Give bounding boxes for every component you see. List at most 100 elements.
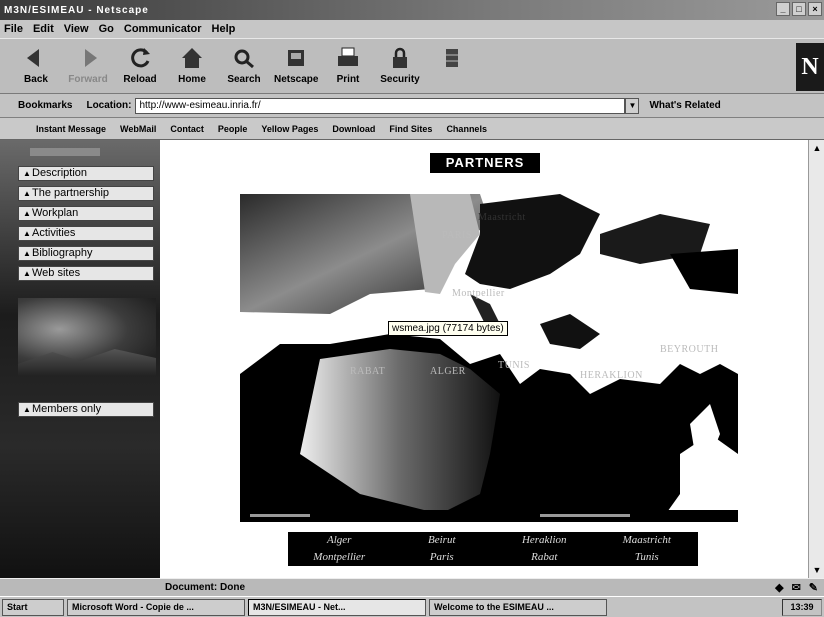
people-link[interactable]: People: [218, 124, 248, 134]
security-label: Security: [380, 74, 420, 85]
find-sites-link[interactable]: Find Sites: [389, 124, 432, 134]
print-icon: [338, 47, 358, 66]
window-title: M3N/ESIMEAU - Netscape: [4, 4, 149, 16]
legend-item[interactable]: Maastricht: [596, 532, 699, 549]
menu-help[interactable]: Help: [212, 23, 236, 35]
mediterranean-map[interactable]: Maastricht PARIS Montpellier RABAT ALGER…: [240, 194, 738, 522]
legend-item[interactable]: Alger: [288, 532, 391, 549]
forward-label: Forward: [68, 74, 108, 85]
menu-communicator[interactable]: Communicator: [124, 23, 202, 35]
netscape-icon: [288, 50, 304, 66]
instant-message-link[interactable]: Instant Message: [36, 124, 106, 134]
forward-button[interactable]: Forward: [66, 43, 110, 91]
bullet-icon: ▲: [23, 189, 31, 198]
maximize-icon[interactable]: □: [792, 2, 806, 16]
sidebar-item-activities[interactable]: ▲Activities: [18, 226, 154, 241]
security-button[interactable]: Security: [378, 43, 422, 91]
bullet-icon: ▲: [23, 269, 31, 278]
download-link[interactable]: Download: [332, 124, 375, 134]
whats-related-button[interactable]: What's Related: [649, 100, 720, 111]
back-label: Back: [24, 74, 48, 85]
sidebar-item-label: Description: [32, 167, 88, 179]
taskbar-item-netscape[interactable]: M3N/ESIMEAU - Net...: [248, 598, 426, 616]
bullet-icon: ▲: [23, 169, 31, 178]
start-button[interactable]: Start: [2, 598, 64, 616]
back-button[interactable]: Back: [14, 43, 58, 91]
legend-item[interactable]: Rabat: [493, 549, 596, 566]
taskbar-item-word[interactable]: Microsoft Word - Copie de ...: [67, 598, 245, 616]
bullet-icon: ▲: [23, 249, 31, 258]
mail-icon[interactable]: ✉: [792, 581, 801, 594]
sidebar-item-label: Activities: [32, 227, 76, 239]
bookmarks-button[interactable]: Bookmarks: [18, 100, 72, 111]
menu-edit[interactable]: Edit: [33, 23, 54, 35]
security-lock-icon[interactable]: ◆: [775, 581, 783, 594]
chevron-down-icon[interactable]: ▼: [625, 97, 640, 114]
print-button[interactable]: Print: [326, 43, 370, 91]
menu-go[interactable]: Go: [99, 23, 114, 35]
sidebar-header: [30, 148, 100, 156]
location-toolbar: Bookmarks Location: http://www-esimeau.i…: [0, 94, 824, 118]
partner-legend: Alger Beirut Heraklion Maastricht Montpe…: [288, 532, 698, 566]
status-text: Document: Done: [165, 582, 245, 593]
sidebar-item-label: Members only: [32, 403, 102, 415]
search-icon: [234, 49, 254, 69]
webmail-link[interactable]: WebMail: [120, 124, 156, 134]
map-label-alger: ALGER: [430, 366, 466, 377]
sidebar-item-workplan[interactable]: ▲Workplan: [18, 206, 154, 221]
image-tooltip: wsmea.jpg (77174 bytes): [388, 321, 508, 336]
sidebar-item-members-only[interactable]: ▲Members only: [18, 402, 154, 417]
yellow-pages-link[interactable]: Yellow Pages: [261, 124, 318, 134]
page-content: ▲Description ▲The partnership ▲Workplan …: [0, 140, 824, 578]
home-icon: [182, 48, 202, 68]
navigation-toolbar: Back Forward Reload Home Search Netscape…: [0, 38, 824, 94]
reload-button[interactable]: Reload: [118, 43, 162, 91]
map-image: [240, 194, 738, 522]
reload-label: Reload: [123, 74, 157, 85]
search-button[interactable]: Search: [222, 43, 266, 91]
scroll-down-icon[interactable]: ▼: [809, 562, 824, 578]
stop-icon: [446, 49, 458, 67]
contact-link[interactable]: Contact: [170, 124, 204, 134]
sidebar-item-web-sites[interactable]: ▲Web sites: [18, 266, 154, 281]
vertical-scrollbar[interactable]: ▲ ▼: [808, 140, 824, 578]
netscape-logo: N: [796, 43, 824, 91]
map-label-beyrouth: BEYROUTH: [660, 344, 719, 355]
taskbar: Start Microsoft Word - Copie de ... M3N/…: [0, 596, 824, 617]
menu-view[interactable]: View: [64, 23, 89, 35]
map-label-montpellier: Montpellier: [452, 288, 505, 299]
url-field[interactable]: http://www-esimeau.inria.fr/: [135, 97, 626, 114]
bullet-icon: ▲: [23, 209, 31, 218]
back-icon: [27, 49, 39, 67]
map-label-heraklion: HERAKLION: [580, 370, 643, 381]
map-label-paris: PARIS: [442, 230, 472, 241]
legend-item[interactable]: Montpellier: [288, 549, 391, 566]
scroll-up-icon[interactable]: ▲: [809, 140, 824, 156]
menu-bar: File Edit View Go Communicator Help: [0, 20, 824, 38]
close-icon[interactable]: ×: [808, 2, 822, 16]
sidebar-item-description[interactable]: ▲Description: [18, 166, 154, 181]
page-title: PARTNERS: [430, 153, 540, 173]
legend-item[interactable]: Tunis: [596, 549, 699, 566]
legend-item[interactable]: Beirut: [391, 532, 494, 549]
sidebar-item-label: Web sites: [32, 267, 81, 279]
sidebar-item-partnership[interactable]: ▲The partnership: [18, 186, 154, 201]
sidebar-photo: [18, 298, 156, 376]
channels-link[interactable]: Channels: [446, 124, 487, 134]
legend-item[interactable]: Paris: [391, 549, 494, 566]
legend-item[interactable]: Heraklion: [493, 532, 596, 549]
sidebar-item-bibliography[interactable]: ▲Bibliography: [18, 246, 154, 261]
netscape-button[interactable]: Netscape: [274, 43, 318, 91]
home-button[interactable]: Home: [170, 43, 214, 91]
search-label: Search: [227, 74, 261, 85]
window-controls: _ □ ×: [776, 2, 822, 16]
print-label: Print: [336, 74, 360, 85]
stop-button[interactable]: [430, 43, 474, 91]
menu-file[interactable]: File: [4, 23, 23, 35]
composer-icon[interactable]: ✎: [809, 581, 818, 594]
status-bar: Document: Done ◆ ✉ ✎: [0, 578, 824, 596]
minimize-icon[interactable]: _: [776, 2, 790, 16]
forward-icon: [85, 49, 97, 67]
photo-landscape: [18, 349, 156, 376]
taskbar-item-welcome[interactable]: Welcome to the ESIMEAU ...: [429, 598, 607, 616]
